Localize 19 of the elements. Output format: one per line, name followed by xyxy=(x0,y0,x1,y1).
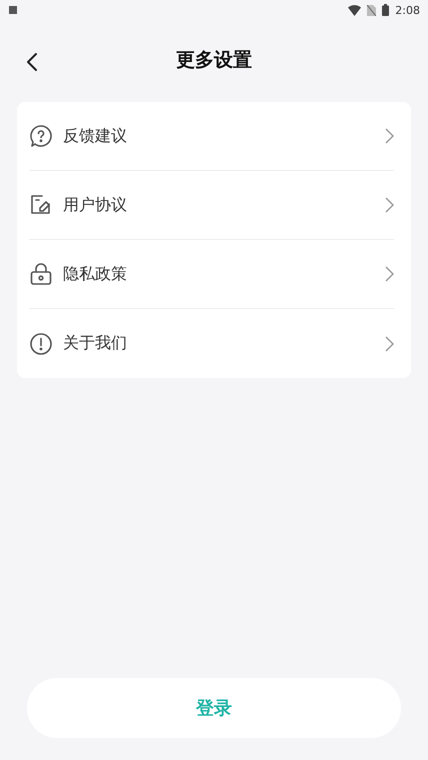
info-icon xyxy=(29,332,53,356)
wifi-icon xyxy=(348,4,362,16)
edit-document-icon xyxy=(29,193,53,217)
help-icon xyxy=(29,124,53,148)
menu-item[interactable]: 隐私政策 xyxy=(29,240,394,309)
back-icon xyxy=(26,52,38,72)
chevron-right-icon xyxy=(385,266,394,282)
lock-icon xyxy=(29,262,53,286)
status-time: 2:08 xyxy=(395,4,420,16)
battery-icon xyxy=(382,4,390,16)
page-title: 更多设置 xyxy=(176,48,252,73)
chevron-right-icon xyxy=(385,128,394,144)
menu-item[interactable]: 关于我们 xyxy=(29,309,394,378)
chevron-right-icon xyxy=(385,197,394,213)
menu-item[interactable]: 反馈建议 xyxy=(29,102,394,171)
notification-icon xyxy=(8,5,18,15)
menu-item[interactable]: 用户协议 xyxy=(29,171,394,240)
no-sim-icon xyxy=(367,4,376,16)
chevron-right-icon xyxy=(385,336,394,352)
